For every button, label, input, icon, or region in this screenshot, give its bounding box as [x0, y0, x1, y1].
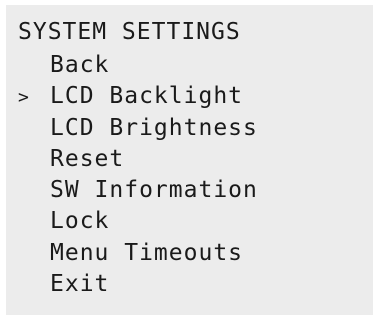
settings-menu: Back > LCD Backlight LCD Brightness Reset… — [14, 50, 258, 300]
menu-item-lcd-backlight[interactable]: > LCD Backlight — [14, 81, 258, 112]
menu-item-label: Menu Timeouts — [50, 239, 244, 266]
lcd-screen: SYSTEM SETTINGS Back > LCD Backlight LCD … — [6, 5, 373, 315]
menu-item-reset[interactable]: Reset — [14, 144, 258, 175]
menu-item-sw-information[interactable]: SW Information — [14, 175, 258, 206]
menu-item-label: Reset — [50, 145, 125, 172]
menu-item-label: LCD Brightness — [50, 114, 258, 141]
menu-title: SYSTEM SETTINGS — [18, 19, 241, 45]
menu-item-label: Back — [50, 52, 110, 78]
menu-item-exit[interactable]: Exit — [14, 269, 258, 300]
menu-item-lock[interactable]: Lock — [14, 206, 258, 237]
menu-item-label: SW Information — [50, 177, 258, 204]
menu-item-label: Lock — [50, 208, 110, 235]
menu-item-label: LCD Backlight — [50, 83, 244, 110]
menu-item-lcd-brightness[interactable]: LCD Brightness — [14, 113, 258, 144]
menu-item-label: Exit — [50, 271, 110, 298]
menu-item-back[interactable]: Back — [14, 50, 258, 81]
selection-cursor-icon: > — [18, 87, 30, 109]
menu-item-menu-timeouts[interactable]: Menu Timeouts — [14, 238, 258, 269]
